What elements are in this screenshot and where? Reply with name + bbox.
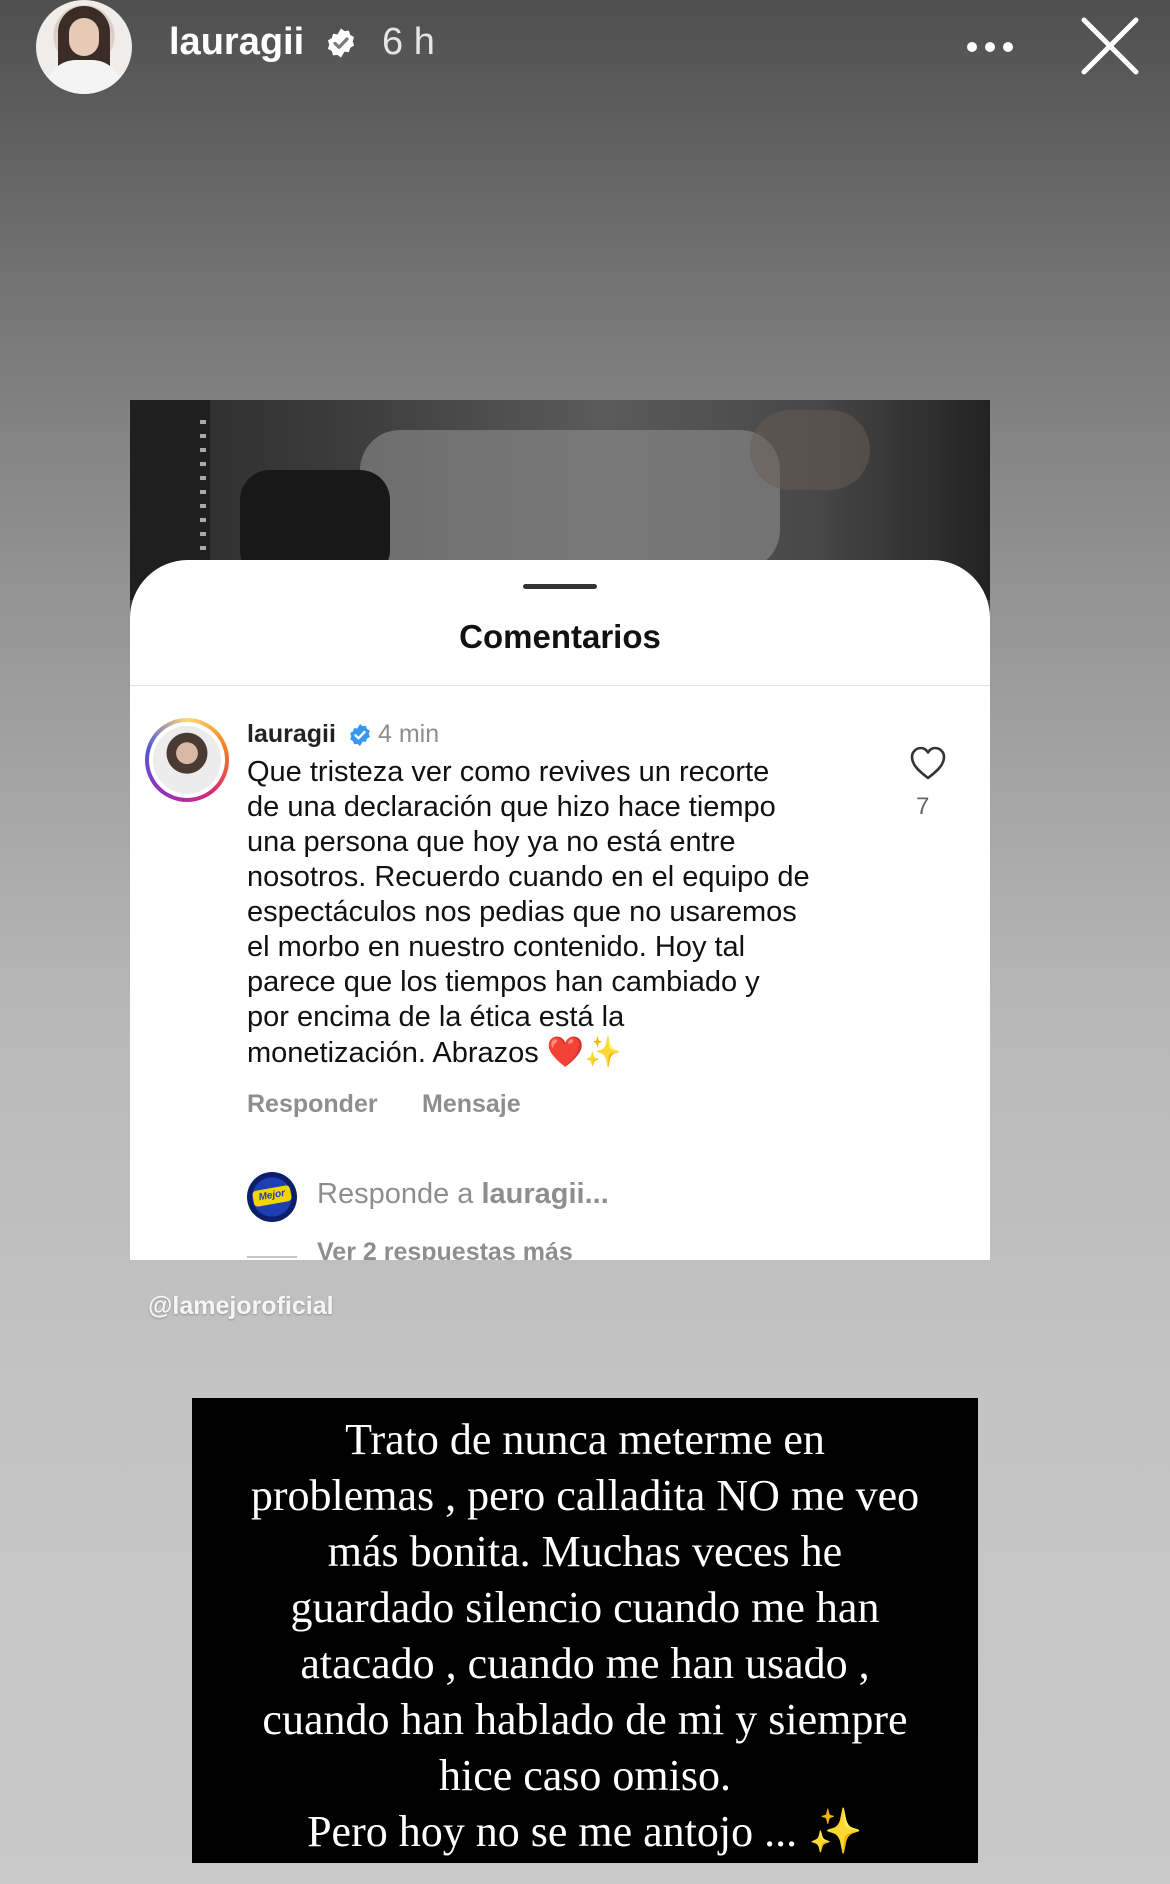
story-text-body: Trato de nunca meterme en problemas , pe…: [250, 1415, 920, 1856]
close-icon[interactable]: [1078, 14, 1142, 78]
story-username[interactable]: lauragii: [169, 21, 304, 64]
more-horizontal-icon[interactable]: [962, 22, 1018, 72]
verified-badge-icon: [327, 28, 355, 58]
view-more-replies[interactable]: Ver 2 respuestas más: [317, 1238, 573, 1260]
sparkles-emoji: ✨: [808, 1807, 863, 1856]
comment-body: Que tristeza ver como revives un recorte…: [247, 756, 810, 1069]
comments-sheet: Comentarios lauragii 4 min Que tristeza …: [130, 560, 990, 1260]
heart-emoji: ❤️: [546, 1036, 585, 1069]
shared-screenshot[interactable]: Comentarios lauragii 4 min Que tristeza …: [130, 400, 990, 1260]
verified-badge-icon: [350, 724, 370, 746]
reply-prefix: Responde a: [317, 1178, 474, 1210]
story-header: lauragii 6 h: [0, 0, 1170, 100]
comments-title: Comentarios: [459, 618, 661, 655]
la-mejor-logo: Mejor: [251, 1184, 293, 1208]
divider: [130, 685, 990, 686]
story-text-box: Trato de nunca meterme en problemas , pe…: [192, 1398, 978, 1863]
source-credit[interactable]: @lamejoroficial: [148, 1292, 334, 1321]
comment-avatar: [145, 718, 229, 802]
sparkles-emoji: ✨: [584, 1036, 622, 1069]
replies-line: [247, 1256, 297, 1258]
comment-username: lauragii: [247, 720, 336, 748]
comment-time: 4 min: [378, 720, 440, 748]
message-button[interactable]: Mensaje: [422, 1090, 521, 1119]
heart-outline-icon[interactable]: [909, 745, 947, 781]
reply-target: lauragii...: [481, 1178, 609, 1210]
comment-text: Que tristeza ver como revives un recorte…: [247, 755, 887, 1071]
like-count: 7: [916, 793, 930, 820]
sheet-drag-handle: [523, 584, 597, 589]
reply-input[interactable]: Responde a lauragii...: [317, 1178, 609, 1211]
reply-button[interactable]: Responder: [247, 1090, 378, 1119]
profile-avatar[interactable]: [36, 0, 132, 94]
story-text: Trato de nunca meterme en problemas , pe…: [202, 1412, 968, 1860]
reply-avatar: Mejor: [247, 1172, 297, 1222]
story-time: 6 h: [382, 21, 435, 63]
